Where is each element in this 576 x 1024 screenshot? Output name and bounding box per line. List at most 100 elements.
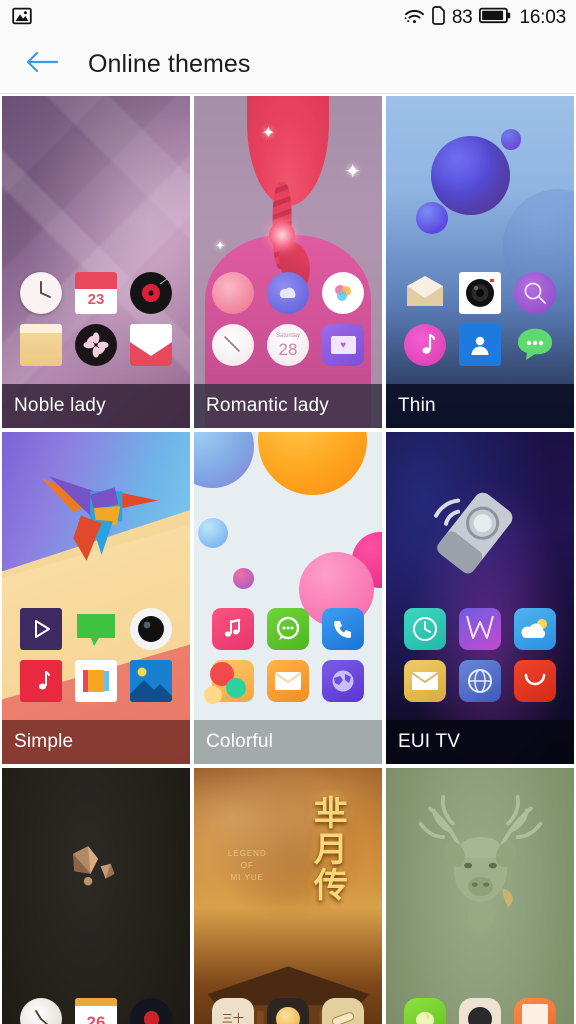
messages-icon <box>514 324 556 366</box>
back-arrow-icon <box>25 49 59 80</box>
calendar-weekday: Saturday <box>275 333 300 340</box>
gallery-icon <box>322 272 365 314</box>
theme-caption: Colorful <box>194 720 382 764</box>
theme-card-noble-lady[interactable]: 23 Noble lady <box>2 96 190 428</box>
clock-icon <box>19 272 62 314</box>
theme-name: Noble lady <box>14 395 106 416</box>
theme-thumbnail: ✦ ✦ ✦ Saturday 28 ♥ <box>194 96 382 428</box>
theme-thumbnail: 5 <box>386 768 574 1024</box>
theme-icon-dock <box>13 608 178 702</box>
theme-thumbnail: 芈月传 LEGEND OF MI YUE 三十 <box>194 768 382 1024</box>
theme-caption: Romantic lady <box>194 384 382 428</box>
theme-card-dark-geometry[interactable]: 26 <box>2 768 190 1024</box>
theme-caption: EUI TV <box>386 720 574 764</box>
image-notification-icon <box>12 6 32 31</box>
sparkle-icon: ✦ <box>214 237 226 253</box>
theme-icon-dock <box>397 272 562 366</box>
messages-icon <box>267 608 309 650</box>
theme-thumbnail <box>386 96 574 428</box>
theme-card-deer[interactable]: 5 <box>386 768 574 1024</box>
camera-icon <box>130 608 173 650</box>
email-icon <box>267 660 309 702</box>
calendar-day: 26 <box>86 1012 106 1024</box>
theme-card-romantic-lady[interactable]: ✦ ✦ ✦ Saturday 28 ♥ Romantic lady <box>194 96 382 428</box>
music-icon <box>403 324 446 366</box>
gallery-leaf-icon <box>403 998 446 1024</box>
sparkle-icon: ✦ <box>261 124 276 142</box>
clock-icon <box>19 998 62 1024</box>
theme-icon-dock: 26 <box>13 998 178 1024</box>
theme-icon-dock: 三十 <box>205 998 370 1024</box>
music-icon <box>19 660 62 702</box>
theme-icon-dock: 23 <box>13 272 178 366</box>
battery-icon <box>479 7 511 29</box>
gallery-flower-icon <box>75 324 117 366</box>
theme-card-thin[interactable]: Thin <box>386 96 574 428</box>
theme-caption: Simple <box>2 720 190 764</box>
music-icon <box>211 608 254 650</box>
email-icon <box>403 660 446 702</box>
status-bar-left <box>12 6 32 31</box>
theme-thumbnail <box>386 432 574 764</box>
origami-bird-icon <box>32 452 164 585</box>
photos-icon <box>514 998 557 1024</box>
calendar-icon: 23 <box>75 272 117 314</box>
theme-caption: Thin <box>386 384 574 428</box>
theme-thumbnail: 26 <box>2 768 190 1024</box>
calendar-cn-icon: 三十 <box>211 998 254 1024</box>
weather-cloud-icon <box>514 608 557 650</box>
theme-caption: Noble lady <box>2 384 190 428</box>
messages-icon: ♥ <box>322 324 365 366</box>
photos-icon <box>130 660 173 702</box>
clock-icon <box>403 608 446 650</box>
email-icon <box>404 272 446 314</box>
email-icon <box>130 324 173 366</box>
search-icon <box>514 272 557 314</box>
back-button[interactable] <box>22 45 62 85</box>
theme-card-eui-tv[interactable]: EUI TV <box>386 432 574 764</box>
theme-icon-dock: Saturday 28 ♥ <box>205 272 370 366</box>
calendar-day: 28 <box>278 339 298 359</box>
file-manager-icon <box>19 324 62 366</box>
calendar-day: 23 <box>87 291 105 309</box>
music-vinyl-icon <box>130 272 173 314</box>
theme-subtitle-en: LEGEND OF MI YUE <box>227 848 267 882</box>
status-bar: 83 16:03 <box>0 0 576 36</box>
browser-icon <box>459 660 501 702</box>
theme-name: EUI TV <box>398 731 461 752</box>
app-bar: Online themes <box>0 36 576 94</box>
tv-remote-icon <box>416 465 536 604</box>
weather-w-icon <box>459 608 501 650</box>
gallery-book-icon <box>75 660 117 702</box>
notes-icon <box>322 998 365 1024</box>
camera-icon <box>459 998 501 1024</box>
clock-icon <box>211 324 254 366</box>
page-title: Online themes <box>88 50 251 78</box>
calendar-icon: 26 <box>75 998 117 1024</box>
messages-icon <box>75 608 117 650</box>
theme-name: Simple <box>14 731 74 752</box>
status-bar-right: 83 16:03 <box>404 6 566 30</box>
theme-card-simple[interactable]: Simple <box>2 432 190 764</box>
theme-name: Romantic lady <box>206 395 329 416</box>
gallery-icon <box>203 660 254 704</box>
theme-icon-dock <box>397 608 562 702</box>
sparkle-icon: ✦ <box>344 161 362 184</box>
phone-icon <box>322 608 365 650</box>
calendar-icon: Saturday 28 <box>267 324 309 366</box>
theme-thumbnail <box>194 432 382 764</box>
theme-grid: 23 Noble lady ✦ ✦ ✦ Saturday 28 ♥ Romant… <box>0 94 576 1024</box>
video-player-icon <box>19 608 62 650</box>
theme-thumbnail <box>2 432 190 764</box>
theme-icon-dock <box>203 608 370 704</box>
weather-icon <box>267 272 309 314</box>
theme-card-colorful[interactable]: Colorful <box>194 432 382 764</box>
theme-title-cn: 芈月传 <box>308 794 347 903</box>
theme-icon-dock: 5 <box>397 998 562 1024</box>
theme-name: Colorful <box>206 731 274 752</box>
camera-icon <box>211 272 254 314</box>
theme-name: Thin <box>398 395 436 416</box>
sim-card-icon <box>432 6 445 30</box>
theme-card-mi-yue-zhuan[interactable]: 芈月传 LEGEND OF MI YUE 三十 <box>194 768 382 1024</box>
clock-time: 16:03 <box>519 7 566 28</box>
